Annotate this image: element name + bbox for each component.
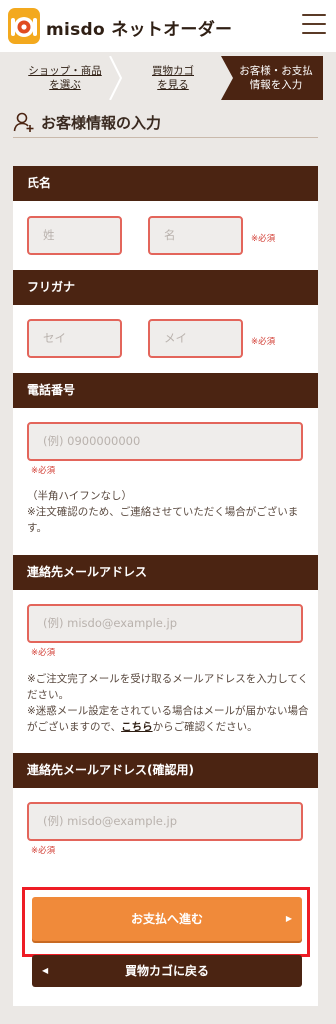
user-add-icon: [13, 112, 34, 132]
misdo-logo-icon[interactable]: [8, 8, 40, 44]
last-name-input[interactable]: 姓: [27, 216, 122, 255]
last-name-kana-input[interactable]: セイ: [27, 319, 122, 358]
customer-form: 氏名 姓 名 ※必須 フリガナ セイ メイ ※必須 電話番号 (例) 09000…: [13, 166, 318, 1006]
step-select-shop[interactable]: ショップ・商品 を選ぶ: [13, 56, 117, 100]
email-heading: 連絡先メールアドレス: [13, 555, 318, 590]
required-mark: ※必須: [251, 234, 276, 244]
required-mark: ※必須: [31, 648, 56, 658]
phone-input[interactable]: (例) 0900000000: [27, 422, 303, 461]
app-header: misdo ネットオーダー: [0, 0, 336, 52]
page-title-row: お客様情報の入力: [13, 108, 318, 138]
phone-note: （半角ハイフンなし） ※注文確認のため、ご連絡させていただく場合がございます。: [27, 490, 299, 534]
chevron-right-icon: ▶: [285, 914, 292, 923]
kana-heading: フリガナ: [13, 270, 318, 305]
email-input[interactable]: (例) misdo@example.jp: [27, 604, 303, 643]
required-mark: ※必須: [31, 466, 56, 476]
chevron-left-icon: ◀: [42, 966, 49, 975]
order-steps: ショップ・商品 を選ぶ 買物カゴ を見る お客様・お支払 情報を入力: [13, 56, 323, 100]
email-confirm-heading: 連絡先メールアドレス(確認用): [13, 753, 318, 788]
brand-title: misdo ネットオーダー: [46, 20, 233, 40]
proceed-to-payment-button[interactable]: お支払へ進む ▶: [32, 897, 302, 941]
required-mark: ※必須: [251, 337, 276, 347]
phone-heading: 電話番号: [13, 373, 318, 408]
check-here-link[interactable]: こちら: [121, 721, 153, 733]
email-confirm-input[interactable]: (例) misdo@example.jp: [27, 802, 303, 841]
step-enter-info: お客様・お支払 情報を入力: [221, 56, 323, 100]
step-view-cart[interactable]: 買物カゴ を見る: [121, 56, 225, 100]
name-heading: 氏名: [13, 166, 318, 201]
hamburger-menu-icon[interactable]: [302, 14, 326, 34]
required-mark: ※必須: [31, 846, 56, 856]
page-title: お客様情報の入力: [41, 114, 162, 132]
email-note: ※ご注文完了メールを受け取るメールアドレスを入力してください。 ※迷惑メール設定…: [27, 673, 309, 733]
first-name-input[interactable]: 名: [148, 216, 243, 255]
first-name-kana-input[interactable]: メイ: [148, 319, 243, 358]
back-to-cart-button[interactable]: ◀ 買物カゴに戻る: [32, 955, 302, 987]
